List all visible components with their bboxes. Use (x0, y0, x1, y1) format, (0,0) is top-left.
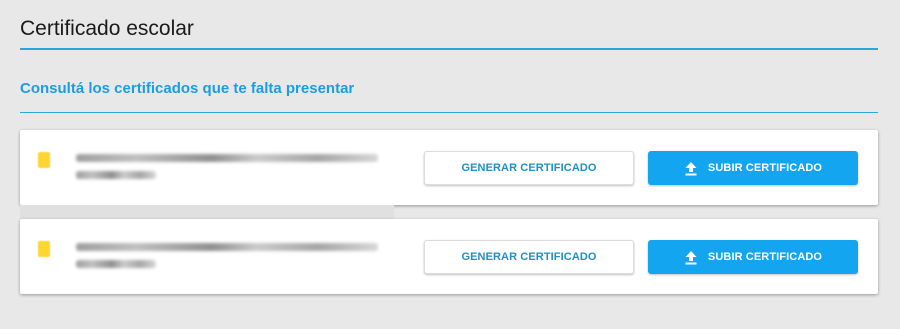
section-subtitle: Consultá los certificados que te falta p… (20, 80, 355, 97)
certificate-card: GENERAR CERTIFICADO SUBIR CERTIFICADO (20, 130, 878, 205)
page-title: Certificado escolar (20, 17, 194, 40)
upload-certificate-button[interactable]: SUBIR CERTIFICADO (648, 151, 858, 185)
upload-button-label: SUBIR CERTIFICADO (707, 251, 823, 263)
redacted-student-name (76, 243, 378, 251)
redacted-student-name (76, 154, 378, 162)
upload-certificate-button[interactable]: SUBIR CERTIFICADO (648, 240, 858, 274)
upload-icon (684, 161, 698, 176)
card-gap-strip (20, 205, 394, 219)
upload-icon (684, 250, 698, 265)
subtitle-divider (20, 112, 878, 113)
status-badge (38, 241, 50, 257)
title-divider (20, 48, 878, 50)
upload-button-label: SUBIR CERTIFICADO (707, 162, 823, 174)
generate-certificate-button[interactable]: GENERAR CERTIFICADO (424, 151, 634, 185)
redacted-student-detail (76, 260, 156, 268)
generate-certificate-button[interactable]: GENERAR CERTIFICADO (424, 240, 634, 274)
redacted-student-detail (76, 171, 156, 179)
status-badge (38, 152, 50, 168)
certificate-card: GENERAR CERTIFICADO SUBIR CERTIFICADO (20, 219, 878, 294)
